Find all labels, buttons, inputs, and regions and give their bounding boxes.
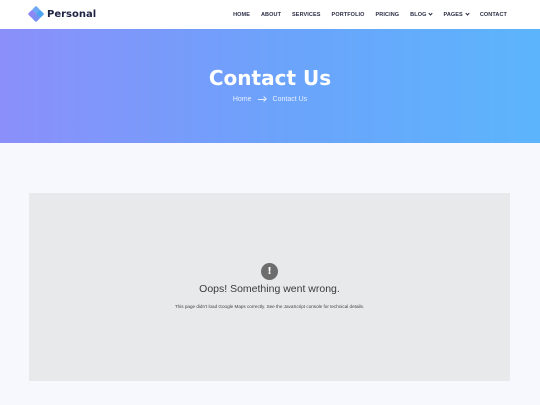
breadcrumb-home-link[interactable]: Home [233, 96, 252, 103]
logo-text: Personal [47, 8, 97, 20]
nav-item-about[interactable]: ABOUT [261, 12, 281, 18]
site-header: Personal HOME ABOUT SERVICES PORTFOLIO P… [0, 0, 540, 29]
page-hero: Contact Us Home Contact Us [0, 29, 540, 143]
breadcrumb: Home Contact Us [0, 96, 540, 103]
nav-label: PRICING [375, 11, 400, 18]
nav-item-home[interactable]: HOME [233, 12, 250, 18]
nav-item-services[interactable]: SERVICES [292, 12, 321, 18]
chevron-down-icon [465, 11, 470, 16]
nav-item-contact[interactable]: CONTACT [480, 12, 507, 18]
nav-item-pages[interactable]: PAGES [443, 11, 470, 18]
map-error-message: This page didn't load Google Maps correc… [174, 304, 365, 309]
nav-label: PAGES [443, 11, 463, 18]
chevron-down-icon [428, 11, 434, 16]
nav-label: ABOUT [260, 11, 282, 18]
main-nav: HOME ABOUT SERVICES PORTFOLIO PRICING BL… [233, 0, 507, 29]
error-icon: ! [261, 263, 278, 280]
nav-label: HOME [233, 11, 250, 18]
logo-icon [27, 5, 45, 23]
google-map[interactable]: ! Oops! Something went wrong. This page … [29, 193, 510, 381]
nav-label: PORTFOLIO [331, 11, 365, 18]
arrow-right-icon [257, 96, 267, 103]
page-title: Contact Us [208, 66, 332, 90]
nav-label: BLOG [410, 11, 427, 18]
nav-item-pricing[interactable]: PRICING [376, 12, 400, 18]
nav-label: CONTACT [479, 11, 507, 18]
map-error-title: Oops! Something went wrong. [199, 283, 340, 295]
nav-label: SERVICES [292, 11, 321, 18]
logo[interactable]: Personal [27, 5, 97, 23]
nav-item-blog[interactable]: BLOG [410, 11, 434, 18]
breadcrumb-current: Contact Us [272, 96, 308, 103]
nav-item-portfolio[interactable]: PORTFOLIO [332, 12, 365, 18]
